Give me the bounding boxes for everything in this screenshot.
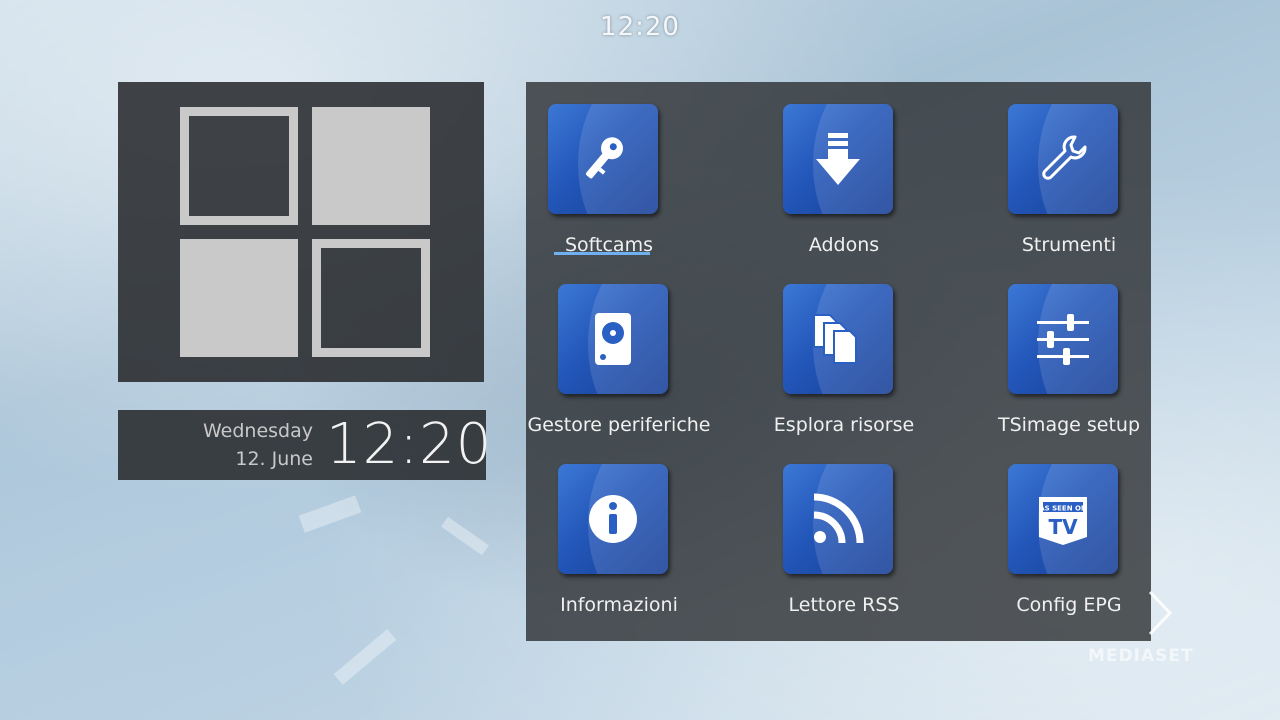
lettore-rss-tile[interactable] (783, 464, 893, 574)
logo-square-bottom-right (312, 239, 430, 357)
menu-item-label: Informazioni (560, 594, 678, 616)
esplora-risorse-tile[interactable] (783, 284, 893, 394)
weekday-label: Wednesday (202, 420, 313, 442)
channel-logo: MEDIASET (1088, 646, 1194, 666)
date-label: 12. June (235, 448, 313, 470)
menu-item-softcams[interactable]: Softcams (526, 104, 726, 284)
tv-icon: AS SEEN ON TV (1039, 497, 1087, 545)
ice-shard-decoration (298, 495, 362, 533)
menu-item-label: Addons (808, 234, 880, 256)
gestore-periferiche-tile[interactable] (558, 284, 668, 394)
menu-item-label: Softcams (565, 234, 653, 256)
logo-square-top-left (180, 107, 298, 225)
menu-item-label: Esplora risorse (773, 414, 915, 436)
wrench-icon (1042, 135, 1087, 180)
tsimage-setup-tile[interactable] (1008, 284, 1118, 394)
addons-tile[interactable] (783, 104, 893, 214)
clock-widget: Wednesday 12. June 12:20 (118, 410, 491, 480)
svg-text:AS SEEN ON: AS SEEN ON (1039, 505, 1087, 513)
menu-item-label: Lettore RSS (788, 594, 900, 616)
clock-time: 12:20 (326, 412, 493, 477)
config-epg-tile[interactable]: AS SEEN ON TV (1008, 464, 1118, 574)
main-menu-grid: Softcams Addons Strumenti Gestore perife… (526, 82, 1151, 641)
menu-item-tsimage-setup[interactable]: TSimage setup (986, 284, 1186, 464)
menu-item-addons[interactable]: Addons (761, 104, 961, 284)
logo-square-bottom-left (180, 239, 298, 357)
menu-item-label: Strumenti (1021, 234, 1117, 256)
strumenti-tile[interactable] (1008, 104, 1118, 214)
status-clock: 12:20 (600, 12, 680, 42)
rss-icon (813, 493, 864, 544)
menu-item-label: TSimage setup (997, 414, 1141, 436)
chevron-right-icon[interactable] (1140, 588, 1180, 638)
svg-text:TV: TV (1048, 515, 1078, 539)
menu-item-gestore-periferiche[interactable]: Gestore periferiche (528, 284, 736, 464)
logo-square-top-right (312, 107, 430, 225)
key-icon (585, 137, 623, 179)
files-icon (813, 314, 857, 364)
informazioni-tile[interactable] (558, 464, 668, 574)
ice-shard-decoration (441, 516, 489, 556)
harddisk-icon (595, 313, 631, 365)
menu-item-lettore-rss[interactable]: Lettore RSS (761, 464, 961, 644)
menu-item-informazioni[interactable]: Informazioni (536, 464, 736, 644)
softcams-tile[interactable] (548, 104, 658, 214)
menu-item-label: Gestore periferiche (527, 414, 711, 436)
menu-item-strumenti[interactable]: Strumenti (986, 104, 1186, 284)
logo-panel (118, 82, 484, 382)
info-icon (589, 495, 637, 543)
sliders-icon (1037, 314, 1089, 365)
menu-item-esplora-risorse[interactable]: Esplora risorse (761, 284, 961, 464)
download-icon (816, 133, 860, 185)
ice-shard-decoration (333, 629, 397, 685)
